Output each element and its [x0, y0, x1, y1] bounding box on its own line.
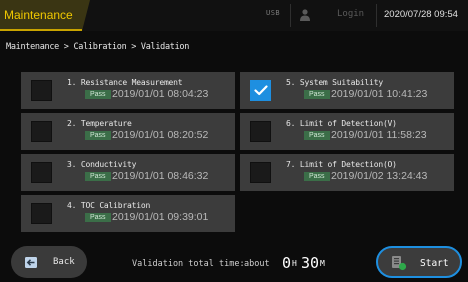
checkbox[interactable]	[31, 203, 52, 224]
item-timestamp: 2019/01/01 08:04:23	[112, 88, 209, 100]
checkmark-icon	[253, 85, 268, 96]
status-badge: Pass	[304, 172, 330, 181]
breadcrumb: Maintenance > Calibration > Validation	[6, 42, 190, 52]
status-badge: Pass	[304, 131, 330, 140]
validation-item-7[interactable]: 7. Limit of Detection(O) Pass 2019/01/02…	[240, 154, 454, 191]
item-timestamp: 2019/01/01 09:39:01	[112, 211, 209, 223]
item-label: 4. TOC Calibration	[67, 201, 151, 210]
status-badge: Pass	[304, 90, 330, 99]
back-arrow-icon	[25, 257, 37, 268]
datetime: 2020/07/28 09:54	[384, 9, 458, 20]
divider	[290, 4, 291, 27]
item-label: 2. Temperature	[67, 119, 132, 128]
status-badge: Pass	[85, 90, 111, 99]
validation-item-5[interactable]: 5. System Suitability Pass 2019/01/01 10…	[240, 72, 454, 109]
page-title: Maintenance	[0, 0, 90, 31]
checkbox-checked[interactable]	[250, 80, 271, 101]
status-badge: Pass	[85, 172, 111, 181]
item-label: 3. Conductivity	[67, 160, 137, 169]
item-label: 5. System Suitability	[286, 78, 383, 87]
total-time-label: Validation total time:	[132, 259, 245, 269]
item-timestamp: 2019/01/01 08:20:52	[112, 129, 209, 141]
status-badge: Pass	[85, 213, 111, 222]
checkbox[interactable]	[250, 162, 271, 183]
checkbox[interactable]	[31, 80, 52, 101]
checkbox[interactable]	[31, 121, 52, 142]
item-timestamp: 2019/01/02 13:24:43	[331, 170, 428, 182]
item-timestamp: 2019/01/01 11:58:23	[331, 129, 427, 141]
item-label: 7. Limit of Detection(O)	[286, 160, 397, 169]
checkbox[interactable]	[250, 121, 271, 142]
start-label: Start	[420, 258, 449, 269]
start-icon	[392, 256, 407, 271]
item-label: 6. Limit of Detection(V)	[286, 119, 397, 128]
usb-indicator: USB	[266, 9, 281, 17]
validation-item-6[interactable]: 6. Limit of Detection(V) Pass 2019/01/01…	[240, 113, 454, 150]
checkbox[interactable]	[31, 162, 52, 183]
login-button[interactable]: Login	[337, 9, 364, 19]
item-timestamp: 2019/01/01 10:41:23	[331, 88, 428, 100]
item-timestamp: 2019/01/01 08:46:32	[112, 170, 209, 182]
validation-item-2[interactable]: 2. Temperature Pass 2019/01/01 08:20:52	[21, 113, 235, 150]
validation-item-4[interactable]: 4. TOC Calibration Pass 2019/01/01 09:39…	[21, 195, 235, 232]
user-icon	[300, 9, 310, 21]
minutes-unit: M	[320, 259, 325, 268]
validation-item-3[interactable]: 3. Conductivity Pass 2019/01/01 08:46:32	[21, 154, 235, 191]
back-button[interactable]: Back	[11, 246, 87, 278]
start-button[interactable]: Start	[376, 246, 462, 278]
status-badge: Pass	[85, 131, 111, 140]
validation-item-1[interactable]: 1. Resistance Measurement Pass 2019/01/0…	[21, 72, 235, 109]
minutes-value: 30	[301, 254, 320, 272]
hours-unit: H	[292, 259, 297, 268]
back-label: Back	[53, 257, 75, 267]
divider	[376, 4, 377, 27]
hours-value: 0	[282, 254, 292, 272]
item-label: 1. Resistance Measurement	[67, 78, 183, 87]
about-label: about	[244, 259, 270, 269]
